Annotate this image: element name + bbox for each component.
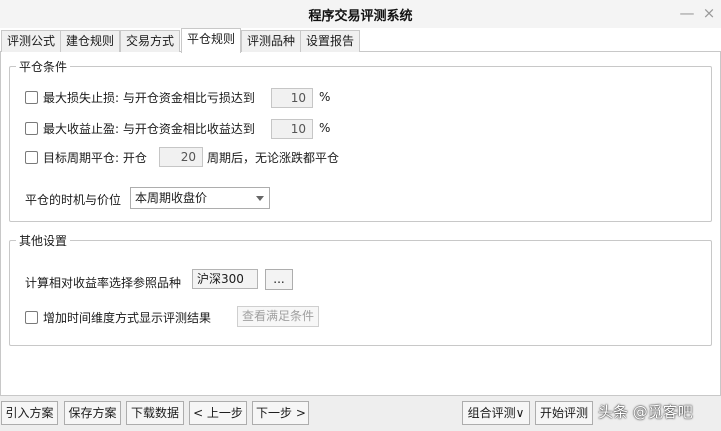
stop-loss-unit: % [319,90,331,104]
reference-browse-button[interactable]: ... [265,269,293,290]
stop-loss-input[interactable]: 10 [271,88,313,108]
tab-bar: 评测公式 建仓规则 交易方式 平仓规则 评测品种 设置报告 [0,28,721,53]
time-dimension-checkbox[interactable] [25,311,38,324]
watermark: 头条 @觅客吧 [598,403,693,421]
target-period-input[interactable]: 20 [159,147,203,167]
stop-loss-checkbox[interactable] [25,91,38,104]
target-period-checkbox[interactable] [25,151,38,164]
close-timing-select[interactable]: 本周期收盘价 [130,187,270,209]
close-timing-label: 平仓的时机与价位 [25,193,122,207]
view-conditions-button[interactable]: 查看满足条件 [237,306,319,327]
tab-open-position-rules[interactable]: 建仓规则 [60,30,121,52]
take-profit-checkbox[interactable] [25,122,38,135]
import-scheme-button[interactable]: 引入方案 [1,401,58,425]
previous-step-button[interactable]: < 上一步 [189,401,247,425]
start-evaluation-button[interactable]: 开始评测 [535,401,593,425]
window-title: 程序交易评测系统 [308,9,413,24]
minimize-icon[interactable]: — [677,3,697,23]
close-icon[interactable]: × [699,3,719,23]
close-conditions-legend: 平仓条件 [19,60,68,74]
chevron-down-icon [256,196,264,201]
save-scheme-button[interactable]: 保存方案 [64,401,121,425]
take-profit-label: 最大收益止盈: 与开仓资金相比收益达到 [43,122,255,136]
tab-evaluation-instruments[interactable]: 评测品种 [241,30,302,52]
reference-instrument-field[interactable]: 沪深300 [192,269,258,289]
tab-content-panel: 平仓条件 最大损失止损: 与开仓资金相比亏损达到 10 % 最大收益止盈: 与开… [0,52,721,395]
combination-evaluation-button[interactable]: 组合评测∨ [462,401,530,425]
target-period-label-suffix: 周期后，无论涨跌都平仓 [207,151,340,165]
download-data-button[interactable]: 下载数据 [126,401,184,425]
tab-evaluation-formula[interactable]: 评测公式 [1,30,62,52]
tab-close-position-rules[interactable]: 平仓规则 [181,28,242,53]
take-profit-input[interactable]: 10 [271,119,313,139]
next-step-button[interactable]: 下一步 > [252,401,309,425]
tab-trading-method[interactable]: 交易方式 [120,30,181,52]
target-period-label-prefix: 目标周期平仓: 开仓 [43,151,147,165]
stop-loss-label: 最大损失止损: 与开仓资金相比亏损达到 [43,91,255,105]
take-profit-unit: % [319,121,331,135]
close-timing-value: 本周期收盘价 [135,191,208,205]
bottom-toolbar: 引入方案 保存方案 下载数据 < 上一步 下一步 > 组合评测∨ 开始评测 头条… [0,395,721,431]
tab-report-settings[interactable]: 设置报告 [300,30,361,52]
other-settings-legend: 其他设置 [19,234,68,248]
time-dimension-label: 增加时间维度方式显示评测结果 [43,311,212,325]
title-bar: 程序交易评测系统 — × [0,0,721,28]
reference-instrument-label: 计算相对收益率选择参照品种 [25,276,182,290]
